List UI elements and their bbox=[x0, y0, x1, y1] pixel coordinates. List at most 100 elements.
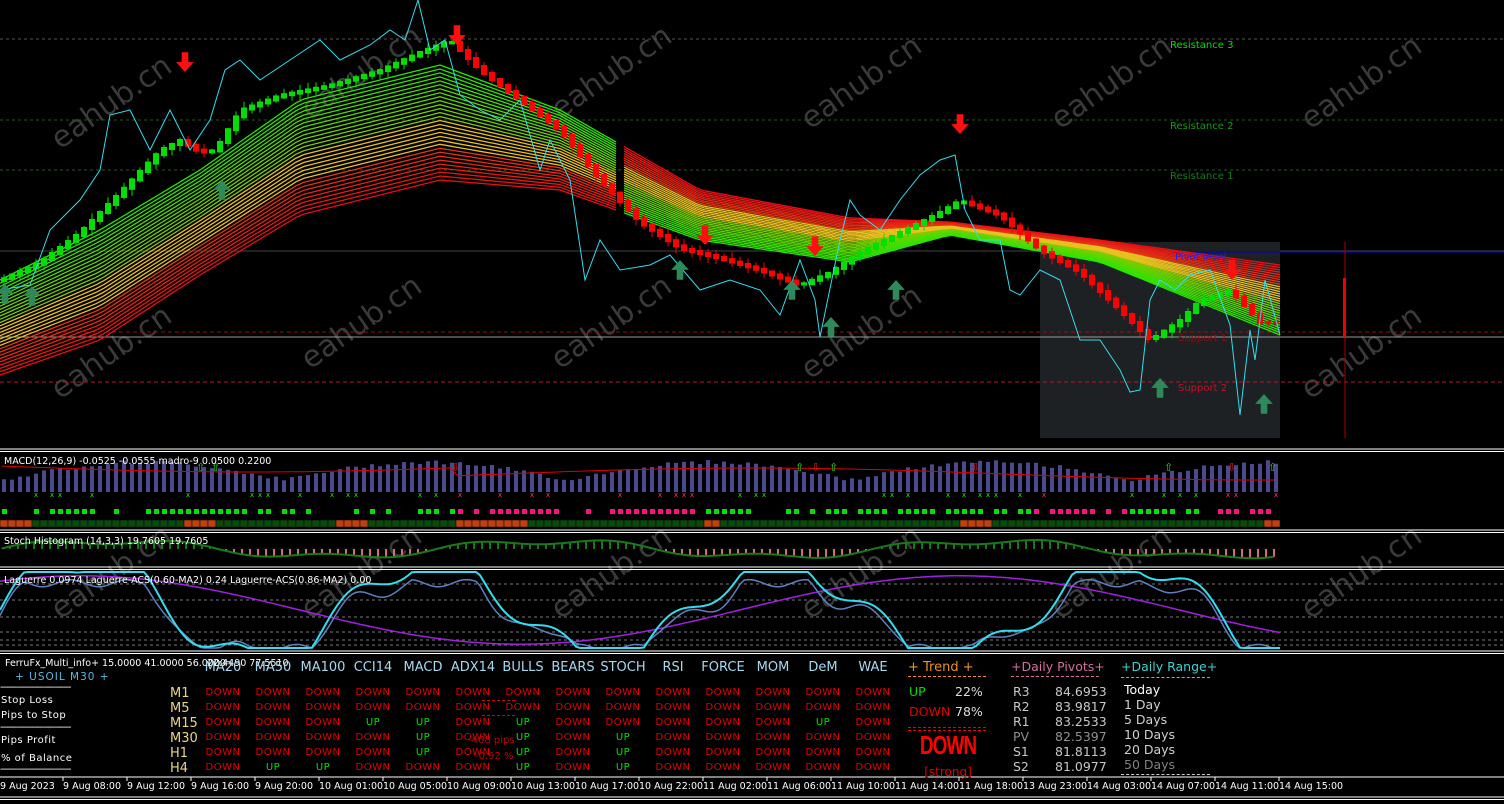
macd-histogram-bar bbox=[1066, 468, 1070, 492]
macd-histogram-bar bbox=[706, 460, 710, 492]
signal-box bbox=[343, 519, 353, 528]
signal-box bbox=[863, 519, 873, 528]
macd-histogram-bar bbox=[346, 466, 350, 492]
pips-to-stop-label: Pips to Stop bbox=[1, 710, 67, 721]
signal-box bbox=[1199, 519, 1209, 528]
bear-candle bbox=[537, 108, 543, 117]
signal-box bbox=[975, 519, 985, 528]
signal-box bbox=[1015, 519, 1025, 528]
trend-dot bbox=[226, 509, 231, 514]
bull-candle bbox=[297, 90, 303, 95]
bull-candle bbox=[921, 219, 927, 226]
bear-candle bbox=[1009, 217, 1015, 228]
bull-candle bbox=[137, 170, 143, 182]
bull-candle bbox=[153, 153, 159, 165]
macd-histogram-bar bbox=[722, 461, 726, 492]
signal-cell: DOWN bbox=[855, 762, 891, 773]
bull-candle bbox=[89, 219, 95, 230]
signal-box bbox=[759, 519, 769, 528]
signal-box bbox=[959, 519, 969, 528]
time-axis-label: 11 Aug 18:00 bbox=[959, 781, 1024, 792]
trend-dot bbox=[722, 509, 727, 514]
signal-box bbox=[127, 519, 137, 528]
signal-box bbox=[871, 519, 881, 528]
cross-marker: x bbox=[266, 491, 270, 499]
macd-label: MACD(12,26,9) -0.0525 -0.0555 madro-9 0.… bbox=[4, 456, 272, 467]
signal-cell: DOWN bbox=[855, 747, 891, 758]
timeframe-label: M30 bbox=[170, 731, 198, 746]
bull-candle bbox=[313, 86, 319, 92]
trend-dot bbox=[1146, 509, 1151, 514]
signal-cell: DOWN bbox=[455, 687, 491, 698]
macd-histogram-bar bbox=[258, 475, 262, 492]
column-header: MA50 bbox=[254, 660, 292, 675]
macd-histogram-bar bbox=[362, 467, 366, 492]
trend-dot bbox=[1058, 509, 1063, 514]
signal-cell: DOWN bbox=[855, 717, 891, 728]
trend-dot bbox=[1106, 509, 1111, 514]
signal-box bbox=[1119, 519, 1129, 528]
price-chart[interactable]: eahub.cn eahub.cn eahub.cn eahub.cn eahub.cn… bbox=[0, 0, 1504, 804]
trend-down-label: DOWN bbox=[909, 704, 951, 719]
signal-cell: DOWN bbox=[805, 687, 841, 698]
bear-candle bbox=[977, 203, 983, 210]
macd-histogram-bar bbox=[1258, 463, 1262, 492]
trend-dot bbox=[746, 509, 751, 514]
bear-candle bbox=[1089, 274, 1095, 286]
bear-candle bbox=[769, 270, 775, 277]
signal-box bbox=[783, 519, 793, 528]
macd-histogram-bar bbox=[490, 464, 494, 492]
macd-histogram-bar bbox=[930, 464, 934, 492]
trend-dot bbox=[242, 509, 247, 514]
signal-box bbox=[1039, 519, 1049, 528]
bull-candle bbox=[25, 266, 31, 273]
cross-marker: x bbox=[1226, 491, 1230, 499]
signal-box bbox=[1255, 519, 1265, 528]
column-header: ADX14 bbox=[450, 660, 496, 675]
resistance1-label: Resistance 1 bbox=[1170, 171, 1234, 182]
signal-cell: DOWN bbox=[305, 732, 341, 743]
signal-cell: DOWN bbox=[605, 702, 641, 713]
watermark-text: eahub.cn bbox=[1295, 298, 1429, 406]
signal-cell: DOWN bbox=[355, 762, 391, 773]
cross-marker: x bbox=[882, 491, 886, 499]
macd-histogram-bar bbox=[682, 461, 686, 492]
signal-cell: DOWN bbox=[405, 687, 441, 698]
trend-dot bbox=[898, 509, 903, 514]
signal-box bbox=[767, 519, 777, 528]
signal-cell: DOWN bbox=[205, 747, 241, 758]
macd-histogram-bar bbox=[370, 464, 374, 492]
cross-marker: x bbox=[1018, 491, 1022, 499]
bear-candle bbox=[1121, 305, 1127, 316]
macd-histogram-bar bbox=[474, 465, 478, 492]
bear-candle bbox=[1105, 290, 1111, 301]
trend-dot bbox=[354, 509, 359, 514]
macd-histogram-bar bbox=[554, 479, 558, 492]
cross-marker: x bbox=[1042, 491, 1046, 499]
signal-cell: DOWN bbox=[305, 687, 341, 698]
bear-candle bbox=[577, 144, 583, 157]
trend-dot bbox=[434, 509, 439, 514]
cross-marker: x bbox=[658, 491, 662, 499]
macd-histogram-bar bbox=[322, 472, 326, 492]
cross-marker: x bbox=[738, 491, 742, 499]
percent-balance-value: -0.92 % bbox=[475, 751, 514, 762]
bull-candle bbox=[65, 240, 71, 249]
macd-histogram-bar bbox=[1146, 475, 1150, 492]
signal-box bbox=[1207, 519, 1217, 528]
signal-box bbox=[167, 519, 177, 528]
time-axis-label: 10 Aug 05:00 bbox=[383, 781, 448, 792]
signal-box bbox=[663, 519, 673, 528]
signal-box bbox=[1143, 519, 1153, 528]
pivot-label: PV bbox=[1013, 729, 1030, 744]
signal-box bbox=[583, 519, 593, 528]
column-header: MA100 bbox=[300, 660, 346, 675]
cross-marker: x bbox=[458, 491, 462, 499]
trend-dot bbox=[658, 509, 663, 514]
macd-histogram-bar bbox=[130, 463, 134, 492]
column-header: MOM bbox=[756, 660, 790, 675]
cross-marker: x bbox=[674, 491, 678, 499]
macd-histogram-bar bbox=[802, 471, 806, 492]
bear-candle bbox=[505, 84, 511, 93]
time-axis-label: 14 Aug 15:00 bbox=[1279, 781, 1344, 792]
